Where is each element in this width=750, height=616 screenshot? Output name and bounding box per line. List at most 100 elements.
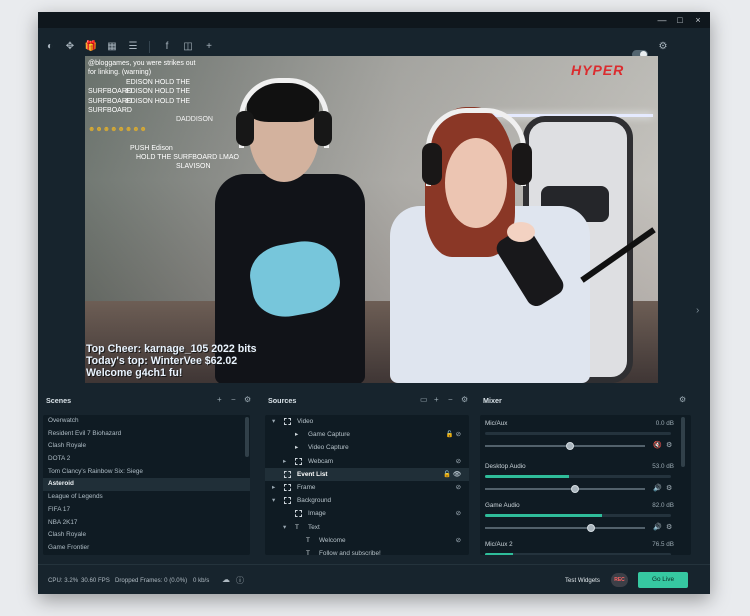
- volume-meter: [485, 514, 671, 517]
- image-icon: [284, 497, 291, 505]
- scene-item[interactable]: NBA 2K17: [43, 517, 250, 530]
- chat-line: DADDISON: [176, 116, 213, 124]
- gift-icon[interactable]: 🎁: [84, 40, 98, 54]
- remove-icon[interactable]: −: [231, 395, 236, 404]
- cpu-usage: CPU: 3.2%: [48, 577, 79, 584]
- source-label: Background: [297, 497, 332, 505]
- visibility-icon[interactable]: 🔓 ⊘: [446, 428, 461, 441]
- streamlabs-window: — □ × ◐ ✥ 🎁 ▦ ☰ f ◫ + ⚙ HYPER @bloggames…: [38, 12, 710, 594]
- source-item[interactable]: Event List 🔓 👁: [265, 467, 469, 481]
- test-widgets-button[interactable]: Test Widgets: [565, 577, 600, 584]
- volume-meter: [485, 475, 671, 478]
- go-live-button[interactable]: Go Live: [638, 572, 688, 588]
- source-item[interactable]: T Welcome ⊘: [265, 534, 469, 547]
- volume-slider[interactable]: [485, 442, 645, 450]
- chevron-down-icon[interactable]: ▾: [272, 494, 275, 507]
- speaker-icon[interactable]: 🔊: [653, 523, 662, 531]
- gear-icon[interactable]: ⚙: [666, 523, 672, 531]
- scene-item[interactable]: Overwatch: [43, 415, 250, 428]
- gear-icon[interactable]: ⚙: [666, 441, 672, 449]
- gear-icon[interactable]: ⚙: [461, 395, 468, 404]
- source-item[interactable]: ▾ Background: [265, 494, 469, 507]
- volume-slider[interactable]: [485, 524, 645, 532]
- cloud-icon[interactable]: ☁: [222, 575, 230, 584]
- facebook-icon[interactable]: f: [160, 40, 174, 54]
- play-icon: ▸: [295, 431, 299, 439]
- visibility-icon[interactable]: ⊘: [456, 481, 461, 494]
- camera-icon: [295, 457, 302, 465]
- scene-item[interactable]: DOTA 2: [43, 453, 250, 466]
- welcome-label: Welcome g4ch1 fu!: [86, 367, 183, 379]
- scene-item[interactable]: Asteroid: [43, 478, 250, 492]
- gear-icon[interactable]: ⚙: [656, 40, 670, 54]
- maximize-icon[interactable]: □: [671, 12, 689, 28]
- source-label: Webcam: [308, 457, 334, 465]
- source-item[interactable]: ▾ T Text: [265, 521, 469, 534]
- scene-item[interactable]: Clash Royale: [43, 529, 250, 542]
- mixer-list: Mic/Aux 0.0 dB 🔇 ⚙ Desktop Audio 53.0 dB 🔊 ⚙ Gam…: [480, 415, 691, 555]
- folder-icon[interactable]: ▭: [420, 395, 428, 404]
- source-item[interactable]: ▾ Video: [265, 415, 469, 428]
- scene-item[interactable]: Resident Evil 7 Biohazard: [43, 428, 250, 441]
- fps-counter: 30.60 FPS: [81, 577, 110, 584]
- chevron-right-icon[interactable]: ▸: [283, 455, 286, 468]
- close-icon[interactable]: ×: [689, 12, 707, 28]
- source-label: Event List: [297, 470, 328, 478]
- source-label: Video: [297, 418, 314, 425]
- plus-icon[interactable]: +: [202, 40, 216, 54]
- info-icon[interactable]: ⓘ: [236, 575, 244, 586]
- theme-icon[interactable]: ◐: [43, 40, 57, 54]
- chevron-down-icon[interactable]: ▾: [283, 521, 286, 534]
- list-icon: [284, 470, 291, 478]
- speaker-icon[interactable]: 🔊: [653, 484, 662, 492]
- source-item[interactable]: ▸ Webcam ⊘: [265, 455, 469, 468]
- gear-icon[interactable]: ⚙: [666, 484, 672, 492]
- mixer-panel: Mixer ⚙ Mic/Aux 0.0 dB 🔇 ⚙ Desktop Audio 53.0…: [475, 391, 695, 561]
- minimize-icon[interactable]: —: [653, 12, 671, 28]
- mixer-label: Mic/Aux: [485, 420, 508, 427]
- remove-icon[interactable]: −: [448, 395, 453, 404]
- scene-item[interactable]: FIFA 17: [43, 504, 250, 517]
- source-item[interactable]: T Follow and subscribe!: [265, 547, 469, 555]
- scenes-scrollbar[interactable]: [245, 417, 249, 457]
- text-icon: T: [306, 549, 310, 555]
- chevron-right-icon[interactable]: ▸: [272, 481, 275, 494]
- status-bar: CPU: 3.2% 30.60 FPS Dropped Frames: 0 (0…: [38, 564, 710, 594]
- scene-item[interactable]: Clash Royale: [43, 440, 250, 453]
- source-label: Video Capture: [308, 444, 349, 452]
- gear-icon[interactable]: ⚙: [679, 395, 686, 404]
- chevron-down-icon[interactable]: ▾: [272, 415, 275, 428]
- scenes-title: Scenes: [46, 396, 72, 405]
- stream-preview: HYPER @bloggames, you were strikes out f…: [85, 56, 658, 383]
- slider-handle[interactable]: [565, 442, 574, 450]
- slider-handle[interactable]: [570, 485, 579, 493]
- chat-line: [88, 134, 258, 143]
- tools-icon[interactable]: ✥: [63, 40, 77, 54]
- visibility-icon[interactable]: ⊘: [456, 534, 461, 547]
- visibility-icon[interactable]: ⊘: [456, 455, 461, 468]
- chat-overlay: @bloggames, you were strikes out for lin…: [88, 59, 258, 172]
- top-cheer-label: Top Cheer: karnage_105 2022 bits: [86, 343, 257, 355]
- scene-item[interactable]: Game Frontier: [43, 542, 250, 555]
- scene-item[interactable]: Tom Clancy's Rainbow Six: Siege: [43, 466, 250, 479]
- mixer-value: 76.5 dB: [652, 541, 674, 548]
- gear-icon[interactable]: ⚙: [244, 395, 251, 404]
- volume-slider[interactable]: [485, 485, 645, 493]
- visibility-icon[interactable]: ⊘: [456, 507, 461, 520]
- layout-icon[interactable]: ▦: [105, 40, 119, 54]
- visibility-icon[interactable]: 🔓 👁: [443, 468, 461, 481]
- source-item[interactable]: Image ⊘: [265, 507, 469, 520]
- muted-speaker-icon[interactable]: 🔇: [653, 441, 662, 449]
- source-item[interactable]: ▸ Video Capture: [265, 441, 469, 454]
- source-item[interactable]: ▸ Game Capture 🔓 ⊘: [265, 428, 469, 441]
- scene-item[interactable]: League of Legends: [43, 491, 250, 504]
- mixer-scrollbar[interactable]: [681, 417, 685, 467]
- record-button[interactable]: REC: [611, 573, 628, 587]
- list-icon[interactable]: ☰: [126, 40, 140, 54]
- camera-icon[interactable]: ◫: [181, 40, 195, 54]
- add-icon[interactable]: +: [217, 395, 222, 404]
- chevron-right-icon[interactable]: ›: [696, 305, 699, 316]
- add-icon[interactable]: +: [434, 395, 439, 404]
- source-item[interactable]: ▸ Frame ⊘: [265, 481, 469, 494]
- slider-handle[interactable]: [586, 524, 595, 532]
